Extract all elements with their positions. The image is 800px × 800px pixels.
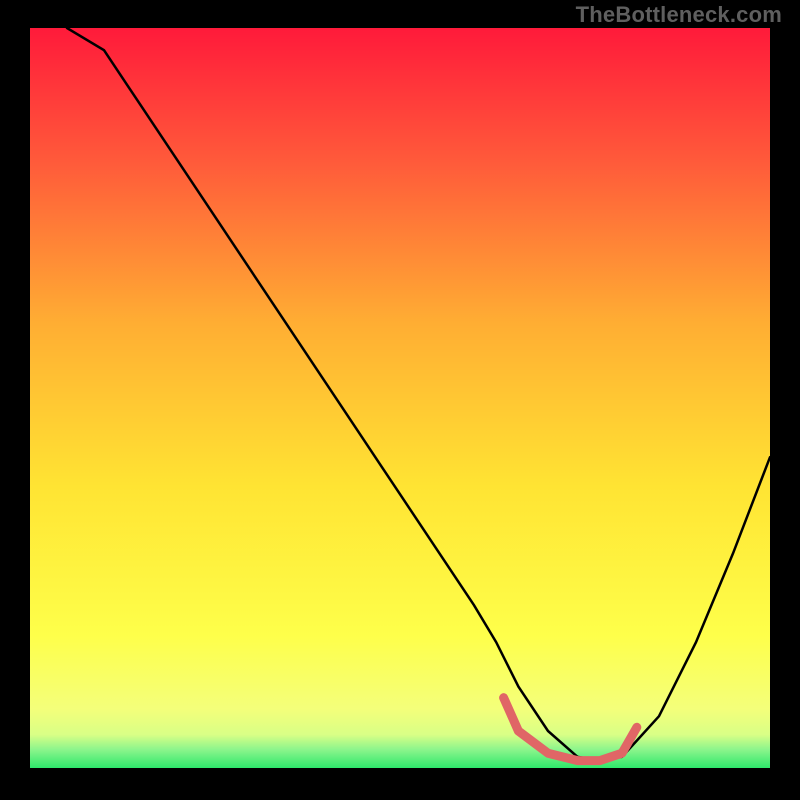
watermark-text: TheBottleneck.com: [576, 2, 782, 28]
chart-frame: TheBottleneck.com: [0, 0, 800, 800]
bottleneck-chart: [30, 28, 770, 768]
chart-gradient-background: [30, 28, 770, 768]
